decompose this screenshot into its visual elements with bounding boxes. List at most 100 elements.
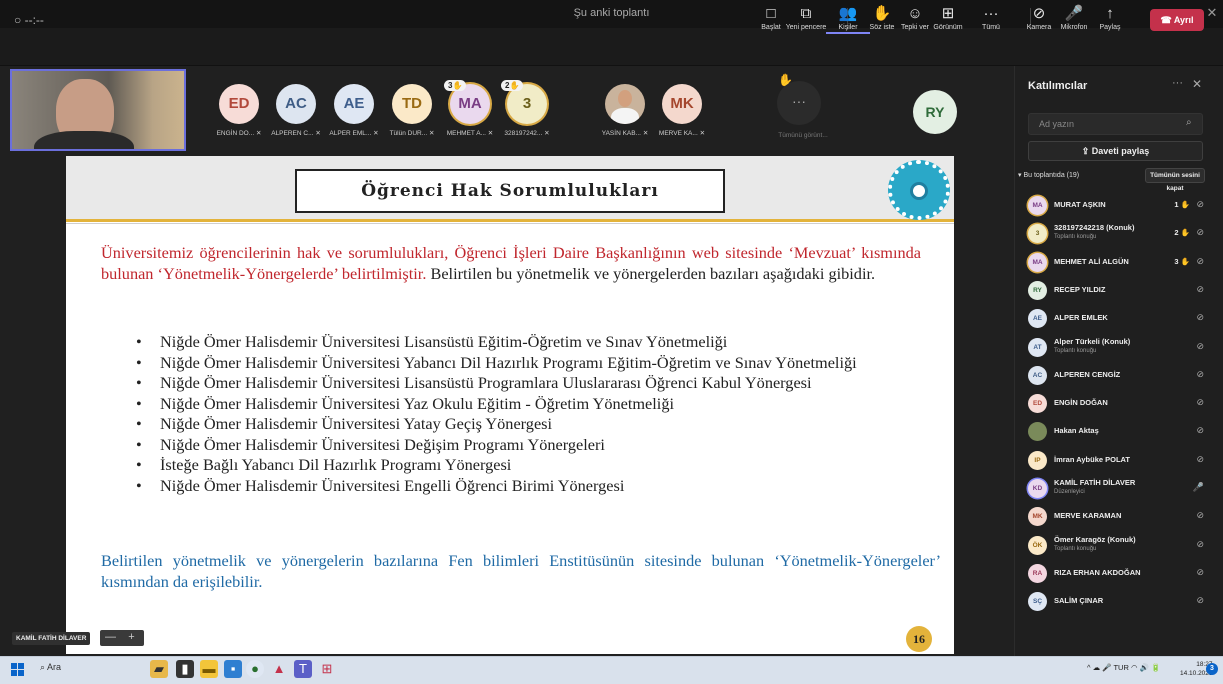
participant-role: Toplantı konuğu [1054,545,1097,552]
chrome-app-icon[interactable]: ● [246,660,264,678]
search-icon: ⌕ [40,662,48,672]
avatar: ED [219,84,259,124]
panel-more-icon[interactable]: ··· [1172,77,1183,89]
mic-off-icon[interactable]: ⊘ [1196,312,1204,323]
regulation-list-item: Niğde Ömer Halisdemir Üniversitesi Lisan… [136,332,926,353]
app-icon[interactable]: ▲ [270,660,288,678]
mic-off-icon[interactable]: ⊘ [1196,284,1204,295]
mic-off-icon[interactable]: ⊘ [1196,341,1204,352]
participant-row[interactable]: SÇ SALİM ÇINAR ⊘ [1020,589,1210,615]
hand-raise-badge: 2✋ [501,80,524,91]
participant-tile-name: MERVE KA... ✕ [654,129,710,137]
mic-off-icon[interactable]: ⊘ [1196,256,1204,267]
mic-off-icon[interactable]: ⊘ [1196,397,1204,408]
slide-title: Öğrenci Hak Sorumlulukları [295,169,725,213]
raised-hand-icon: ✋ [1180,228,1190,238]
mic-off-icon[interactable]: ⊘ [1196,369,1204,380]
mic-off-icon[interactable]: ⊘ [1196,425,1204,436]
participant-name: İmran Aybüke POLAT [1054,454,1130,464]
teams-app-icon[interactable]: T [294,660,312,678]
participant-avatar: AC [1028,365,1047,385]
mute-all-button[interactable]: Tümünün sesini kapat [1145,168,1205,192]
participant-row[interactable]: RA RIZA ERHAN AKDOĞAN ⊘ [1020,561,1210,587]
slide-header-line [66,223,954,224]
meeting-toolbar [0,28,1223,66]
hand-order: 1 [1174,200,1179,209]
participant-row[interactable]: Hakan Aktaş ⊘ [1020,419,1210,445]
store-app-icon[interactable]: ▪ [224,660,242,678]
panel-close-icon[interactable]: ✕ [1192,77,1202,91]
participant-tile[interactable]: 2✋ 3 328197242... ✕ [499,76,555,137]
participant-tile[interactable]: AE ALPER EML... ✕ [326,76,382,137]
self-video-tile[interactable] [10,69,186,151]
close-window-icon[interactable]: ✕ [1205,5,1219,21]
mic-off-icon: ✕ [315,130,321,137]
participant-row[interactable]: ÖK Ömer Karagöz (Konuk) Toplantı konuğu ⊘ [1020,533,1210,559]
participant-row[interactable]: MA MURAT AŞKIN 1 ✋ ⊘ [1020,193,1210,219]
participant-tile-name: 328197242... ✕ [499,129,555,137]
zoom-out-button[interactable]: — [100,630,121,645]
participant-tile-name: ALPER EML... ✕ [326,129,382,137]
participant-row[interactable]: RY RECEP YILDIZ ⊘ [1020,278,1210,304]
mic-off-icon[interactable]: ⊘ [1196,454,1204,465]
tile-name-text: Tülün DUR... [389,130,428,137]
explorer-app-icon[interactable]: ▰ [150,660,168,678]
participant-tile[interactable]: AC ALPEREN C... ✕ [268,76,324,137]
participant-tile[interactable]: YASİN KAB... ✕ [597,76,653,137]
mic-off-icon[interactable]: ⊘ [1196,567,1204,578]
share-invite-button[interactable]: ⇪ Daveti paylaş [1028,141,1203,161]
participant-avatar: AT [1028,337,1047,357]
participant-row[interactable]: MA MEHMET ALİ ALGÜN 3 ✋ ⊘ [1020,250,1210,276]
participant-avatar: ÖK [1028,535,1047,555]
participant-tile-name: ALPEREN C... ✕ [268,129,324,137]
participant-tile[interactable]: MK MERVE KA... ✕ [654,76,710,137]
participant-row[interactable]: AE ALPER EMLEK ⊘ [1020,306,1210,332]
tile-name-text: YASİN KAB... [601,130,641,137]
participant-row[interactable]: ED ENGİN DOĞAN ⊘ [1020,391,1210,417]
more-participants-label[interactable]: Tümünü görünt... [760,132,846,139]
participant-name: SALİM ÇINAR [1054,596,1104,606]
participant-row[interactable]: AC ALPEREN CENGİZ ⊘ [1020,363,1210,389]
windows-start-icon[interactable] [11,663,25,677]
task-view-icon[interactable]: ▮ [176,660,194,678]
system-tray[interactable]: ^ ☁ 🎤 TUR ◠ 🔊 🔋 [1087,663,1160,672]
share-button[interactable]: ↑ Paylaş [1088,5,1132,31]
participant-tile[interactable]: 3✋ MA MEHMET A... ✕ [442,76,498,137]
mic-off-icon[interactable]: ⊘ [1196,227,1204,238]
more-button[interactable]: ··· Tümü [969,5,1013,31]
logo-center [910,182,928,200]
mic-off-icon[interactable]: ⊘ [1196,199,1204,210]
notifications-badge[interactable]: 3 [1206,663,1218,675]
intro-text: Belirtilen bu yönetmelik ve yönergelerde… [430,264,876,283]
more-participants-tile[interactable]: ··· [777,81,821,125]
taskbar-search[interactable]: ⌕ Ara [40,662,61,673]
participant-row[interactable]: AT Alper Türkeli (Konuk) Toplantı konuğu ⊘ [1020,335,1210,361]
participant-row[interactable]: MK MERVE KARAMAN ⊘ [1020,504,1210,530]
hand-raise-badge: 2 ✋ [1174,228,1190,237]
mic-off-icon[interactable]: ⊘ [1196,510,1204,521]
participant-tile-name: MEHMET A... ✕ [442,129,498,137]
new-window-button[interactable]: ⧉ Yeni pencere [784,5,828,31]
phone-icon: ☎ [1160,15,1174,25]
mic-on-icon[interactable]: 🎤 [1193,482,1204,493]
zoom-in-button[interactable]: + [121,630,142,645]
participant-search-input[interactable] [1028,113,1203,135]
mic-off-icon[interactable]: ⊘ [1196,539,1204,550]
participant-tile[interactable]: TD Tülün DUR... ✕ [384,76,440,137]
participant-row[interactable]: IP İmran Aybüke POLAT ⊘ [1020,448,1210,474]
participant-row[interactable]: KD KAMİL FATİH DİLAVER Düzenleyici 🎤 [1020,476,1210,502]
view-button[interactable]: ⊞ Görünüm [926,5,970,31]
app-icon[interactable]: ⊞ [318,660,336,678]
slide-outro: Belirtilen yönetmelik ve yönergelerin ba… [101,551,941,591]
participant-row[interactable]: 3 328197242218 (Konuk) Toplantı konuğu 2 ✋ ⊘ [1020,221,1210,247]
participant-tile[interactable]: ED ENGİN DO... ✕ [211,76,267,137]
participant-avatar: RA [1028,563,1047,583]
regulation-list-item: İsteğe Bağlı Yabancı Dil Hazırlık Progra… [136,455,926,476]
in-meeting-section[interactable]: ▾ Bu toplantıda (19) [1018,171,1079,179]
avatar-ry[interactable]: RY [913,90,957,134]
mic-off-icon[interactable]: ⊘ [1196,595,1204,606]
participant-name: 328197242218 (Konuk) [1054,223,1135,233]
file-explorer-icon[interactable]: ▬ [200,660,218,678]
leave-button[interactable]: ☎ Ayrıl [1150,9,1204,31]
raised-hand-icon: ✋ [509,81,520,90]
